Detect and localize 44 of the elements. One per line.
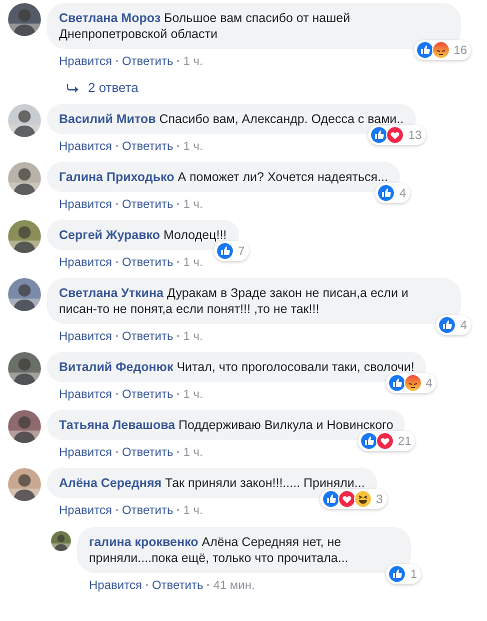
like-icon bbox=[216, 242, 234, 260]
action-link[interactable]: Нравится bbox=[89, 578, 142, 592]
like-icon bbox=[360, 432, 378, 450]
action-link[interactable]: Ответить bbox=[122, 503, 174, 517]
action-link[interactable]: Нравится bbox=[59, 197, 112, 211]
heart-icon bbox=[338, 490, 356, 508]
like-icon bbox=[388, 374, 406, 392]
like-icon bbox=[370, 126, 388, 144]
reply-arrow-icon bbox=[67, 82, 79, 92]
like-icon bbox=[416, 41, 434, 59]
angry-face-icon bbox=[432, 41, 450, 59]
action-link[interactable]: Ответить bbox=[122, 139, 174, 153]
action-link[interactable]: Нравится bbox=[59, 329, 112, 343]
comment-text: Сергей Журавко Молодец!!! bbox=[59, 227, 227, 243]
action-link[interactable]: Нравится bbox=[59, 445, 112, 459]
heart-icon bbox=[386, 126, 404, 144]
action-link[interactable]: Ответить bbox=[122, 54, 174, 68]
comment-text: Светлана Уткина Дуракам в Зраде закон не писан,а если и писан-то не понят,а если понят!!! ,то не так!!! bbox=[59, 285, 410, 317]
like-icon bbox=[438, 316, 456, 334]
action-link[interactable]: Нравится bbox=[59, 255, 112, 269]
action-link[interactable]: Нравится bbox=[59, 387, 112, 401]
comment-text: Галина Приходько А поможет ли? Хочется надеяться... bbox=[59, 169, 388, 185]
comment-text: Светлана Мороз Большое вам спасибо от нашей Днепропетровской области bbox=[59, 10, 352, 42]
like-icon bbox=[388, 565, 406, 583]
action-link[interactable]: Нравится bbox=[59, 503, 112, 517]
action-link[interactable]: Нравится bbox=[59, 139, 112, 153]
like-icon bbox=[322, 490, 340, 508]
comment-text: Татьяна Левашова Поддерживаю Вилкула и Новинского bbox=[59, 417, 394, 433]
comment-text: Виталий Федонюк Читал, что проголосовали таки, сволочи! bbox=[59, 359, 414, 375]
laughing-face-icon bbox=[354, 490, 372, 508]
like-icon bbox=[377, 184, 396, 202]
comment-text: Алёна Середняя Так приняли закон!!!..... Приняли... bbox=[59, 475, 365, 491]
comment-text: галина кроквенко Алёна Середняя нет, не приняли....пока ещё, только что прочитала... bbox=[89, 534, 350, 566]
angry-face-icon bbox=[404, 374, 422, 392]
action-link[interactable]: Ответить bbox=[122, 329, 174, 343]
action-link[interactable]: Ответить bbox=[122, 387, 174, 401]
action-link[interactable]: Ответить bbox=[122, 255, 174, 269]
action-link[interactable]: Ответить bbox=[152, 578, 204, 592]
action-link[interactable]: Нравится bbox=[59, 54, 112, 68]
action-link[interactable]: Ответить bbox=[122, 445, 174, 459]
replies-link[interactable]: 2 ответа bbox=[88, 80, 138, 95]
heart-icon bbox=[376, 432, 394, 450]
action-link[interactable]: Ответить bbox=[122, 197, 174, 211]
comment-text: Василий Митов Спасибо вам, Александр. Одесса с вами.. bbox=[59, 111, 404, 127]
